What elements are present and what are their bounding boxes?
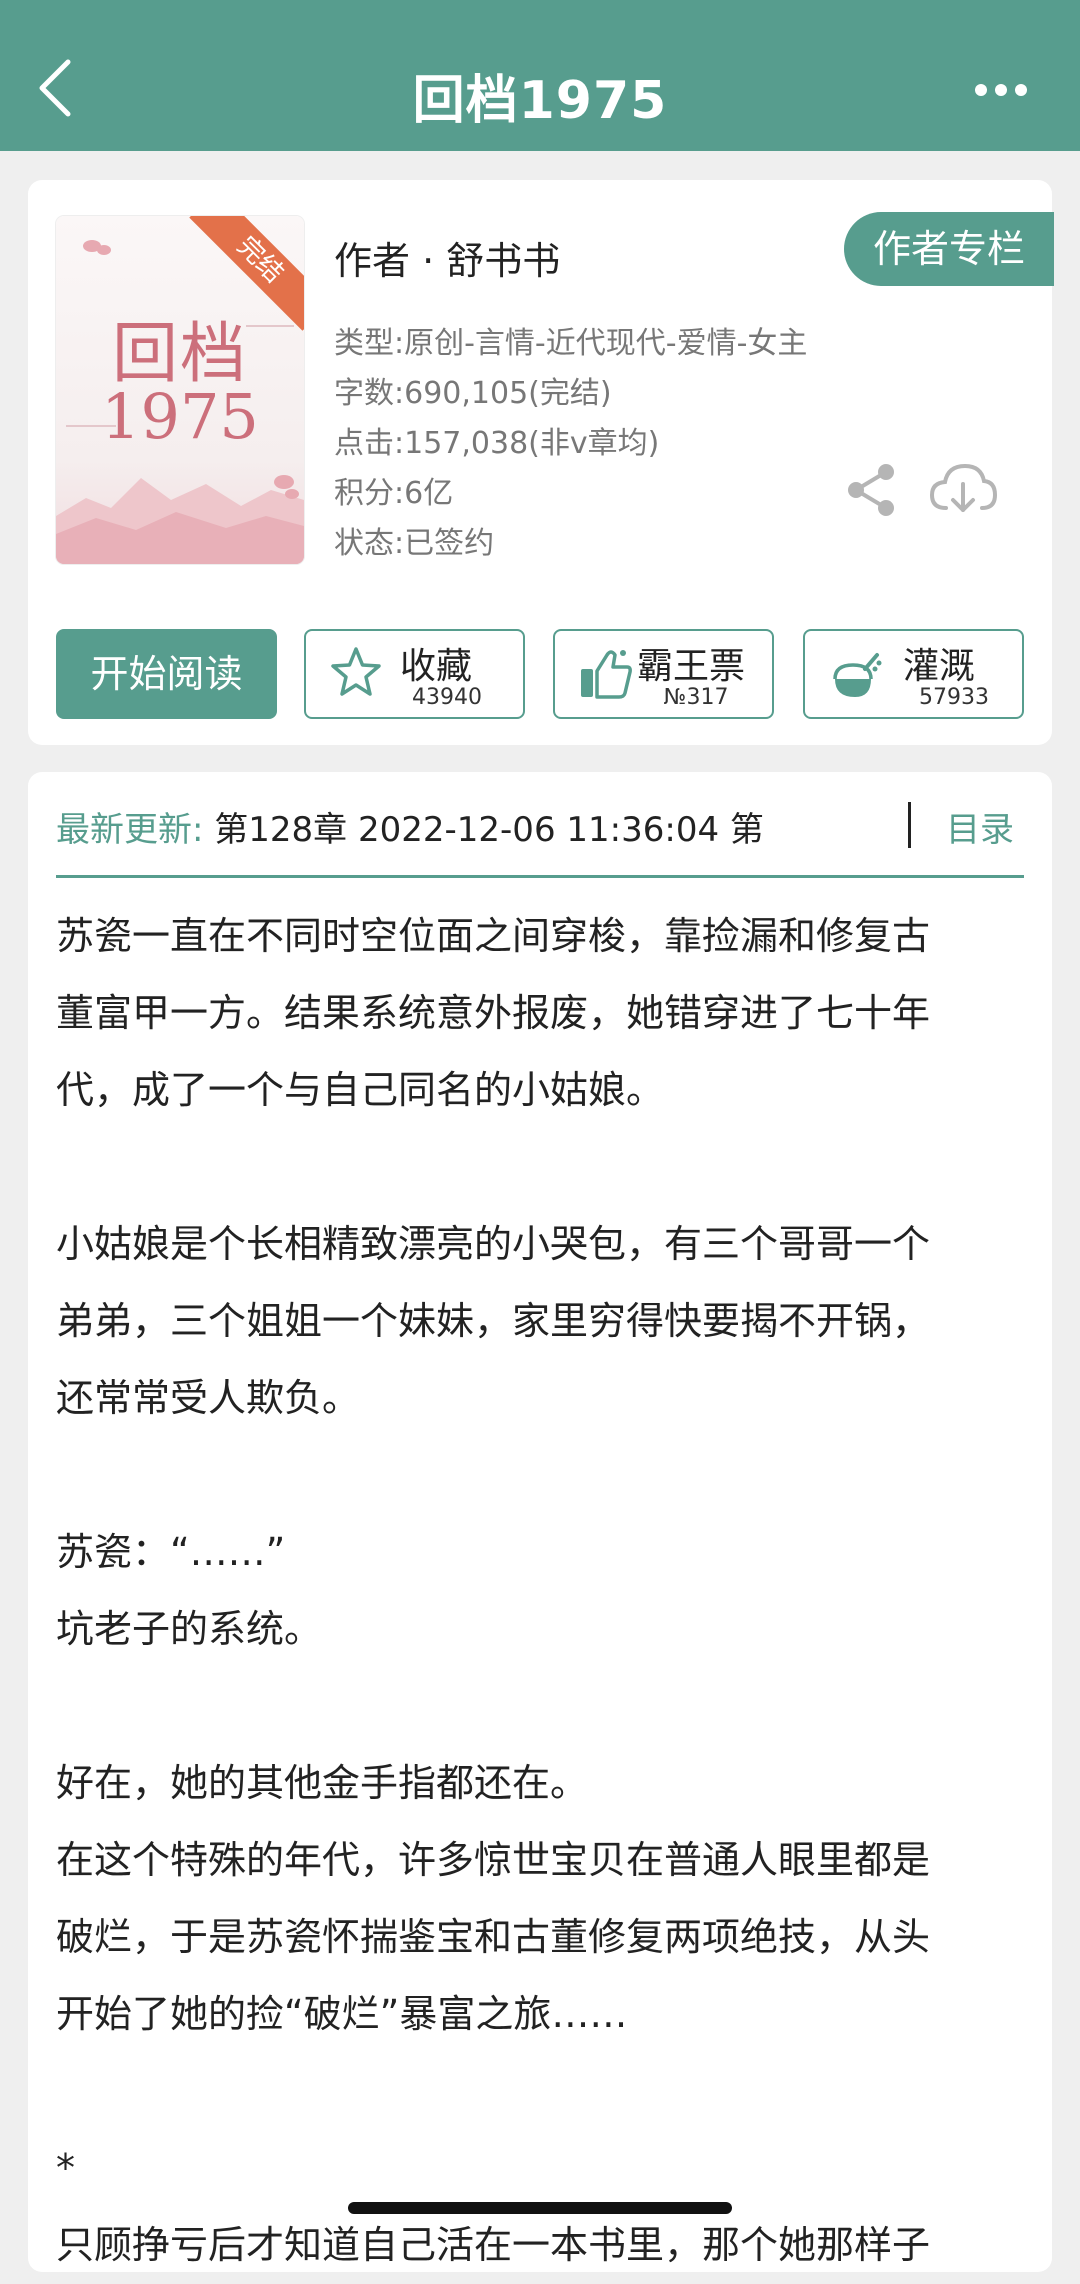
nutrient-label: 灌溉 [903, 646, 976, 687]
latest-update-label: 最新更新: [56, 810, 204, 850]
cover-year: 1975 [101, 380, 259, 453]
book-clicks: 点击:157,038(非v章均) [334, 426, 660, 461]
download-icon [929, 463, 998, 512]
description-line: 好在，她的其他金手指都还在。 [56, 1761, 589, 1805]
overlord-ticket-label: 霸王票 [637, 646, 746, 687]
nutrient-count: 57933 [919, 685, 989, 710]
description-blank [56, 2053, 1024, 2130]
book-detail-card: 最新更新: 第128章 2022-12-06 11:36:04 第 目录 苏瓷一… [28, 772, 1052, 2272]
download-button[interactable] [928, 462, 998, 518]
divider [908, 802, 911, 848]
nutrient-button[interactable]: 灌溉 57933 [803, 629, 1024, 719]
overlord-ticket-button[interactable]: 霸王票 №317 [553, 629, 774, 719]
author-column-button[interactable]: 作者专栏 [844, 212, 1054, 286]
description-line: 小姑娘是个长相精致漂亮的小哭包，有三个哥哥一个 [56, 1222, 931, 1266]
book-points: 积分:6亿 [334, 476, 454, 511]
description-line: 破烂，于是苏瓷怀揣鉴宝和古董修复两项绝技，从头 [56, 1915, 931, 1959]
favorite-button[interactable]: 收藏 43940 [304, 629, 525, 719]
description-line: * [56, 2146, 75, 2190]
latest-update-info: 第128章 2022-12-06 11:36:04 第 [203, 810, 764, 850]
start-reading-button[interactable]: 开始阅读 [56, 629, 277, 719]
home-indicator[interactable] [348, 2202, 732, 2214]
description-line: 坑老子的系统。 [56, 1607, 323, 1651]
more-button[interactable] [974, 80, 1028, 100]
page-title: 回档1975 [412, 71, 668, 131]
description-line: 只顾挣亏后才知道自己活在一本书里，那个她那样子 [56, 2223, 931, 2267]
book-description: 苏瓷一直在不同时空位面之间穿梭，靠捡漏和修复古 董富甲一方。结果系统意外报废，她… [56, 898, 1024, 2284]
share-icon [848, 464, 894, 516]
section-underline [56, 875, 1024, 878]
thumbs-up-icon [581, 650, 632, 699]
overlord-ticket-count: №317 [663, 685, 729, 710]
description-line: 代，成了一个与自己同名的小姑娘。 [56, 1068, 665, 1112]
book-type: 类型:原创-言情-近代现代-爱情-女主 [334, 326, 808, 361]
description-line: 在这个特殊的年代，许多惊世宝贝在普通人眼里都是 [56, 1838, 931, 1882]
nav-header: 回档1975 [0, 0, 1080, 151]
book-cover[interactable]: 回档 1975 完结 [56, 216, 304, 564]
description-blank [56, 1668, 1024, 1745]
description-line: 董富甲一方。结果系统意外报废，她错穿进了七十年 [56, 991, 931, 1035]
favorite-label: 收藏 [400, 646, 473, 687]
description-line: 还常常受人欺负。 [56, 1376, 361, 1420]
star-icon [331, 647, 381, 696]
favorite-count: 43940 [412, 685, 482, 710]
description-blank [56, 1129, 1024, 1206]
table-of-contents-link[interactable]: 目录 [946, 802, 1014, 851]
description-line: 弟弟，三个姐姐一个妹妹，家里穷得快要揭不开锅， [56, 1299, 931, 1343]
book-state: 状态:已签约 [334, 526, 495, 561]
description-blank [56, 1437, 1024, 1514]
more-icon [975, 84, 1027, 96]
share-button[interactable] [844, 462, 900, 518]
book-words: 字数:690,105(完结) [334, 376, 612, 411]
book-info-card: 回档 1975 完结 作者 · 舒书书 作者专栏 类型:原创-言情-近代现代-爱… [28, 180, 1054, 745]
author-name[interactable]: 作者 · 舒书书 [334, 230, 560, 285]
description-line: 苏瓷一直在不同时空位面之间穿梭，靠捡漏和修复古 [56, 914, 931, 958]
latest-update[interactable]: 最新更新: 第128章 2022-12-06 11:36:04 第 [56, 802, 764, 852]
watering-can-icon [833, 653, 882, 697]
description-line: 苏瓷：“……” [56, 1530, 286, 1574]
description-line: 开始了她的捡“破烂”暴富之旅…… [56, 1992, 628, 2036]
